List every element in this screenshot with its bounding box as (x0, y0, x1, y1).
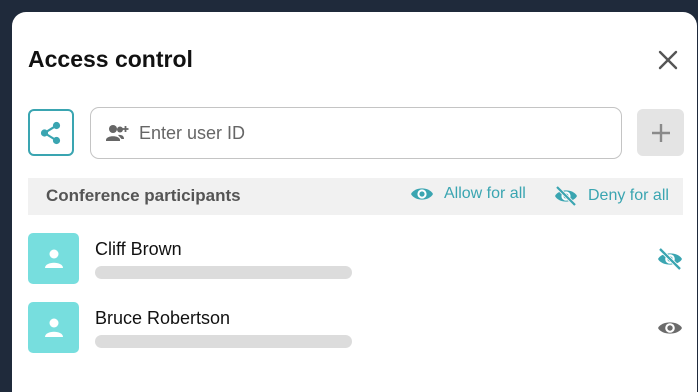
participant-detail-placeholder (95, 335, 352, 348)
avatar (28, 302, 79, 353)
plus-icon (651, 123, 670, 142)
user-id-input[interactable] (139, 122, 579, 144)
section-title: Conference participants (46, 186, 241, 205)
close-icon[interactable] (655, 47, 681, 73)
dialog-title: Access control (28, 46, 193, 72)
participant-row: Cliff Brown (28, 233, 683, 285)
access-control-dialog: Access control Conference participants (12, 12, 697, 392)
participant-name: Cliff Brown (95, 239, 182, 259)
add-user-button[interactable] (637, 109, 684, 156)
share-icon (40, 121, 61, 144)
eye-icon (411, 188, 433, 200)
eye-off-icon[interactable] (657, 247, 683, 271)
participants-header: Conference participants Allow for all De… (28, 178, 683, 215)
user-id-field[interactable] (90, 107, 622, 159)
allow-for-all-label: Allow for all (444, 185, 526, 202)
avatar (28, 233, 79, 284)
participant-name: Bruce Robertson (95, 308, 231, 328)
eye-off-icon (555, 185, 577, 207)
participant-row: Bruce Robertson (28, 302, 683, 354)
deny-for-all-label: Deny for all (588, 187, 669, 204)
eye-icon[interactable] (657, 316, 683, 340)
share-button[interactable] (28, 109, 74, 156)
participant-detail-placeholder (95, 266, 352, 279)
person-icon (44, 318, 63, 337)
add-user-icon (106, 125, 129, 141)
person-icon (44, 249, 63, 268)
deny-for-all-button[interactable]: Deny for all (554, 185, 669, 207)
allow-for-all-button[interactable]: Allow for all (410, 185, 526, 203)
